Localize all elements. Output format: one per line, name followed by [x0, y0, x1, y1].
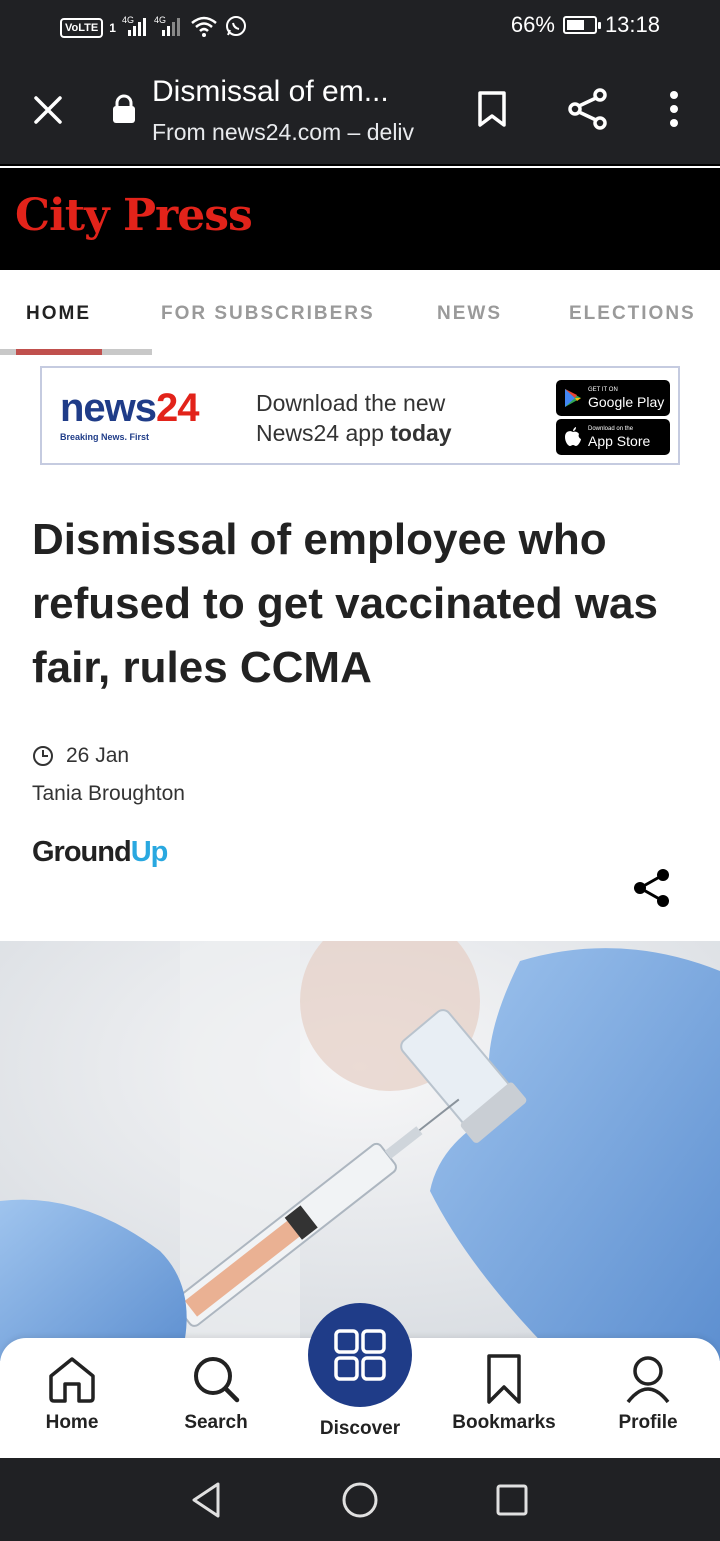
- search-icon: [189, 1352, 243, 1406]
- wifi-icon: [190, 14, 218, 43]
- share-icon: [634, 869, 669, 907]
- article-author[interactable]: Tania Broughton: [32, 782, 185, 806]
- battery-percent: 66%: [510, 12, 555, 37]
- ad-line-2-text: News24 app: [256, 420, 391, 446]
- groundup-logo-left: Ground: [32, 836, 132, 868]
- google-play-small: GET IT ON: [588, 387, 618, 393]
- nav-home[interactable]: Home: [7, 1352, 137, 1434]
- article-share-button[interactable]: [630, 866, 674, 910]
- battery-fill: [566, 20, 585, 30]
- bookmark-icon: [478, 91, 506, 127]
- bookmark-button[interactable]: [470, 87, 514, 131]
- home-system-button[interactable]: [338, 1478, 382, 1522]
- signal-icon-2: 4G: [154, 14, 184, 43]
- app-store-small: Download on the: [588, 426, 634, 432]
- google-play-label: Google Play: [588, 394, 665, 410]
- nav-profile-label: Profile: [618, 1412, 678, 1433]
- whatsapp-icon: [224, 14, 248, 43]
- back-triangle-icon: [192, 1482, 220, 1518]
- sim-number: 1: [109, 21, 116, 35]
- google-play-badge[interactable]: GET IT ON Google Play: [556, 380, 670, 416]
- nav-discover-label[interactable]: Discover: [295, 1418, 425, 1440]
- city-press-logo[interactable]: City Press: [15, 190, 253, 241]
- news24-app-ad[interactable]: news24 Breaking News. First Download the…: [40, 366, 680, 465]
- nav-bookmarks-label: Bookmarks: [452, 1412, 556, 1433]
- home-icon: [45, 1352, 99, 1406]
- nav-profile[interactable]: Profile: [583, 1352, 713, 1434]
- tab-for-subscribers[interactable]: FOR SUBSCRIBERS: [161, 303, 375, 325]
- article-date: 26 Jan: [32, 744, 129, 768]
- net1-label: 4G: [122, 15, 134, 25]
- signal-icon: 4G: [122, 14, 148, 43]
- square-recents-icon: [496, 1484, 528, 1516]
- profile-icon: [621, 1352, 675, 1406]
- share-icon: [568, 88, 607, 130]
- ad-line-1: Download the new: [256, 390, 446, 416]
- status-right: 66% 13:18: [511, 12, 660, 38]
- ad-text: Download the new News24 app today: [256, 388, 452, 448]
- close-icon: [34, 96, 62, 124]
- bookmark-icon: [477, 1352, 531, 1406]
- status-icons: VoLTE 1 4G 4G: [60, 14, 248, 42]
- masthead: City Press: [0, 168, 720, 270]
- page-url: From news24.com – deliv: [152, 119, 415, 145]
- news24-logo-word: news: [60, 386, 157, 430]
- apple-icon: [565, 427, 581, 446]
- circle-home-icon: [342, 1482, 378, 1518]
- status-bar: VoLTE 1 4G 4G 66% 13:18: [0, 0, 720, 55]
- groundup-logo-right: Up: [130, 836, 169, 868]
- battery-icon: [562, 16, 601, 34]
- ad-line-2-bold: today: [390, 420, 452, 446]
- system-nav-bar: [0, 1458, 720, 1541]
- share-button[interactable]: [564, 85, 612, 133]
- section-nav: HOME FOR SUBSCRIBERS NEWS ELECTIONS: [0, 270, 720, 356]
- google-play-icon: [565, 389, 581, 407]
- app-store-badge[interactable]: Download on the App Store: [556, 419, 670, 455]
- tab-home[interactable]: HOME: [26, 303, 91, 325]
- clock: 13:18: [604, 12, 660, 37]
- tab-news[interactable]: NEWS: [437, 303, 502, 325]
- nav-search-label: Search: [184, 1412, 248, 1433]
- net2-label: 4G: [154, 15, 166, 25]
- article-hero-image: [0, 941, 720, 1361]
- discover-button[interactable]: [308, 1303, 412, 1407]
- nav-home-label: Home: [45, 1412, 99, 1433]
- news24-logo-number: 24: [156, 386, 199, 430]
- browser-toolbar: Dismissal of em... From news24.com – del…: [0, 55, 720, 166]
- back-button[interactable]: [184, 1478, 228, 1522]
- news24-tagline: Breaking News. First: [60, 432, 150, 442]
- ad-line-2: News24 app today: [256, 418, 452, 448]
- clock-icon: [33, 746, 53, 766]
- close-button[interactable]: [26, 88, 70, 132]
- article-headline: Dismissal of employee who refused to get…: [32, 515, 658, 692]
- page-title: Dismissal of em...: [152, 75, 389, 108]
- app-store-label: App Store: [588, 433, 651, 449]
- active-tab-indicator: [16, 349, 102, 355]
- tab-elections[interactable]: ELECTIONS: [569, 303, 696, 325]
- nav-search[interactable]: Search: [151, 1352, 281, 1434]
- date-text: 26 Jan: [66, 744, 130, 767]
- lock-icon[interactable]: [110, 93, 138, 125]
- recents-button[interactable]: [490, 1478, 534, 1522]
- grid-icon: [334, 1329, 386, 1381]
- news24-logo: news24: [60, 386, 200, 431]
- more-menu-button[interactable]: [654, 87, 694, 131]
- volte-badge: VoLTE: [60, 18, 104, 38]
- groundup-logo[interactable]: GroundUp: [32, 836, 169, 869]
- nav-bookmarks[interactable]: Bookmarks: [439, 1352, 569, 1434]
- more-vert-icon: [670, 91, 678, 127]
